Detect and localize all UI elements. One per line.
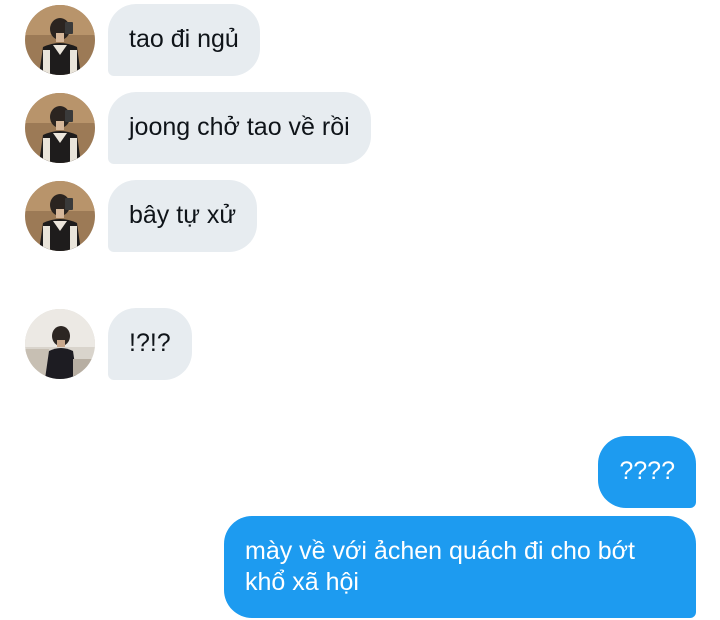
received-message-bubble[interactable]: joong chở tao về rồi xyxy=(108,92,371,164)
received-message-bubble[interactable]: bây tự xử xyxy=(108,180,258,252)
avatar-photo-icon xyxy=(25,309,95,379)
message-text: bây tự xử xyxy=(129,201,237,229)
message-text: tao đi ngủ xyxy=(129,25,239,53)
sender-avatar[interactable] xyxy=(25,5,95,75)
sent-message-bubble[interactable]: ???? xyxy=(598,436,696,508)
sent-message-bubble[interactable]: mày về với ảchen quách đi cho bớt khổ xã… xyxy=(224,516,696,618)
message-text: mày về với ảchen quách đi cho bớt khổ xã… xyxy=(245,537,635,596)
avatar-photo-icon xyxy=(25,5,95,75)
received-message-bubble[interactable]: !?!? xyxy=(108,308,192,380)
message-text: !?!? xyxy=(129,329,171,357)
sender-avatar[interactable] xyxy=(25,181,95,251)
message-text: ???? xyxy=(619,457,675,485)
avatar-photo-icon xyxy=(25,93,95,163)
avatar-photo-icon xyxy=(25,181,95,251)
sender-avatar[interactable] xyxy=(25,309,95,379)
received-message-bubble[interactable]: tao đi ngủ xyxy=(108,4,260,76)
sender-avatar[interactable] xyxy=(25,93,95,163)
message-text: joong chở tao về rồi xyxy=(129,113,350,141)
